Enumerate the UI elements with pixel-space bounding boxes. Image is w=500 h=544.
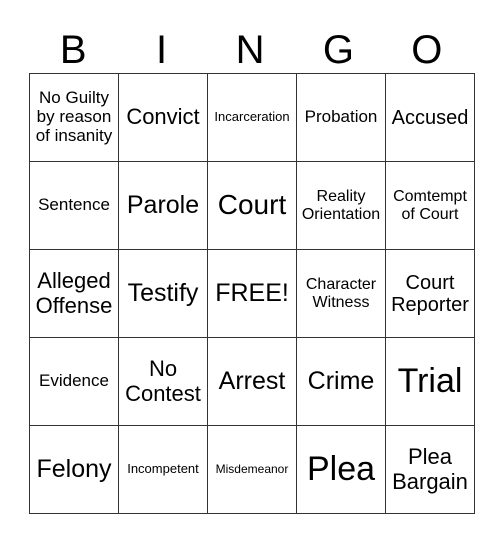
bingo-cell[interactable]: No Contest [118, 337, 208, 426]
bingo-cell[interactable]: Convict [118, 73, 208, 162]
header-letter-n: N [235, 28, 265, 72]
bingo-cell[interactable]: Accused [385, 73, 475, 162]
bingo-cell[interactable]: Plea Bargain [385, 425, 475, 514]
bingo-grid: No Guilty by reason of insanity Convict … [29, 73, 475, 514]
bingo-cell[interactable]: Testify [118, 249, 208, 338]
bingo-cell[interactable]: Alleged Offense [29, 249, 119, 338]
grid-row: No Guilty by reason of insanity Convict … [29, 73, 475, 162]
grid-row: Sentence Parole Court Reality Orientatio… [29, 161, 475, 250]
bingo-cell free-space[interactable]: FREE! [207, 249, 297, 338]
bingo-cell[interactable]: Sentence [29, 161, 119, 250]
grid-row: Evidence No Contest Arrest Crime Trial [29, 337, 475, 426]
bingo-cell[interactable]: Court Reporter [385, 249, 475, 338]
header-letter-b: B [59, 28, 87, 72]
bingo-cell[interactable]: Parole [118, 161, 208, 250]
bingo-cell[interactable]: Court [207, 161, 297, 250]
header-letter-i: I [156, 28, 168, 72]
bingo-cell[interactable]: Plea [296, 425, 386, 514]
bingo-cell[interactable]: Incompetent [118, 425, 208, 514]
bingo-cell[interactable]: Incarceration [207, 73, 297, 162]
bingo-cell[interactable]: Probation [296, 73, 386, 162]
bingo-cell[interactable]: Arrest [207, 337, 297, 426]
grid-row: Felony Incompetent Misdemeanor Plea Plea… [29, 425, 475, 514]
header-letter-g: G [322, 28, 354, 72]
bingo-header: B I N G O [29, 28, 471, 73]
bingo-cell[interactable]: Trial [385, 337, 475, 426]
bingo-cell[interactable]: No Guilty by reason of insanity [29, 73, 119, 162]
grid-row: Alleged Offense Testify FREE! Character … [29, 249, 475, 338]
bingo-cell[interactable]: Felony [29, 425, 119, 514]
bingo-cell[interactable]: Misdemeanor [207, 425, 297, 514]
bingo-cell[interactable]: Evidence [29, 337, 119, 426]
bingo-cell[interactable]: Comtempt of Court [385, 161, 475, 250]
header-letter-o: O [411, 28, 443, 72]
bingo-cell[interactable]: Reality Orientation [296, 161, 386, 250]
bingo-cell[interactable]: Crime [296, 337, 386, 426]
bingo-cell[interactable]: Character Witness [296, 249, 386, 338]
